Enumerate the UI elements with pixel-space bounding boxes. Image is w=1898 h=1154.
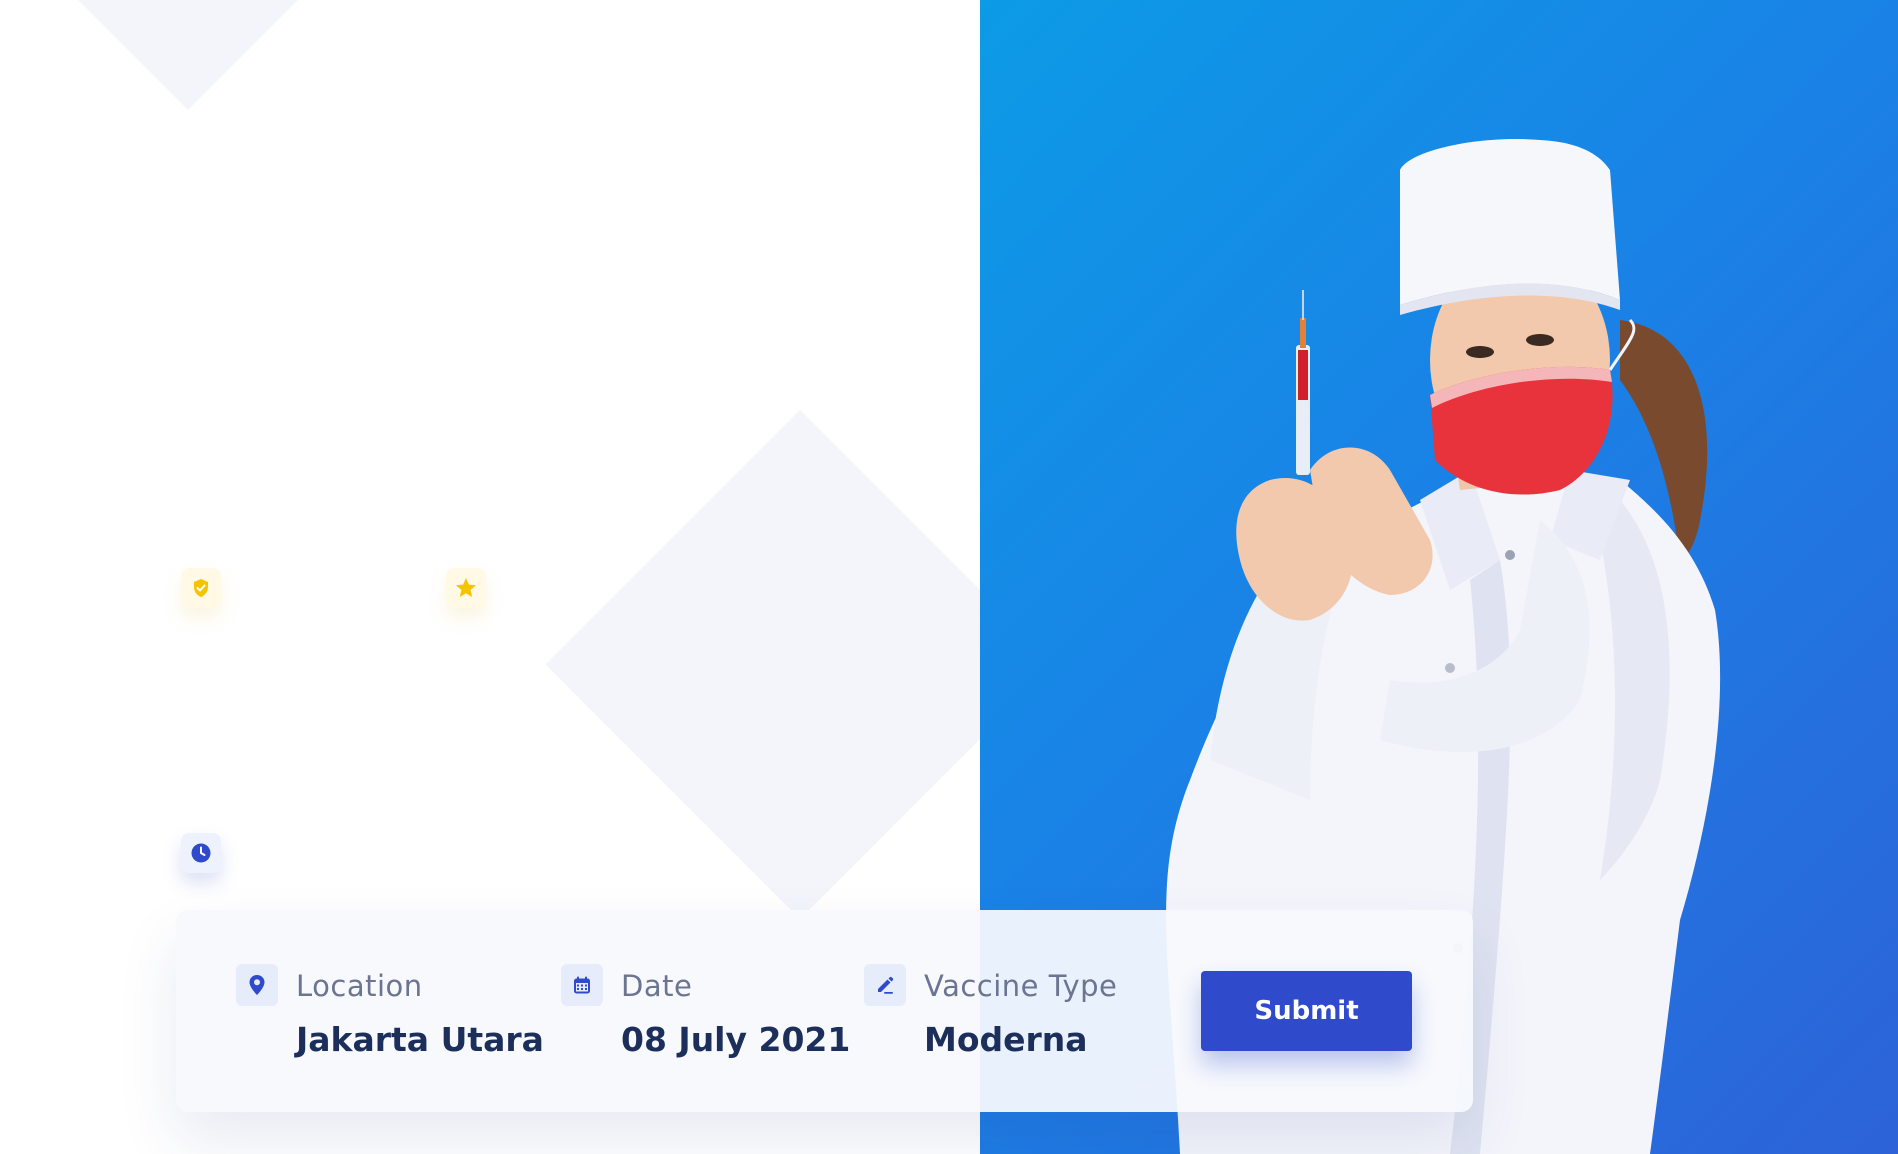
date-label: Date (621, 969, 693, 1003)
vaccine-type-value: Moderna (924, 1020, 1088, 1059)
star-icon (456, 578, 476, 597)
submit-button[interactable]: Submit (1201, 971, 1412, 1051)
decorative-diamond (545, 410, 980, 920)
map-pin-icon (249, 975, 265, 995)
vaccine-search-card: Location Jakarta Utara Date 08 July 2021 (176, 910, 1473, 1112)
date-icon-box (561, 964, 603, 1006)
clock-badge (181, 833, 221, 873)
pen-icon (878, 976, 894, 994)
vaccine-icon-box (864, 964, 906, 1006)
location-icon-box (236, 964, 278, 1006)
shield-check-icon (194, 579, 208, 597)
clock-icon (191, 843, 211, 863)
date-value: 08 July 2021 (621, 1020, 851, 1059)
location-value: Jakarta Utara (296, 1020, 544, 1059)
star-badge (446, 568, 486, 608)
calendar-icon (574, 976, 590, 994)
decorative-triangle (78, 0, 298, 110)
vaccine-type-label: Vaccine Type (924, 969, 1118, 1003)
location-label: Location (296, 969, 423, 1003)
shield-badge (181, 568, 221, 608)
